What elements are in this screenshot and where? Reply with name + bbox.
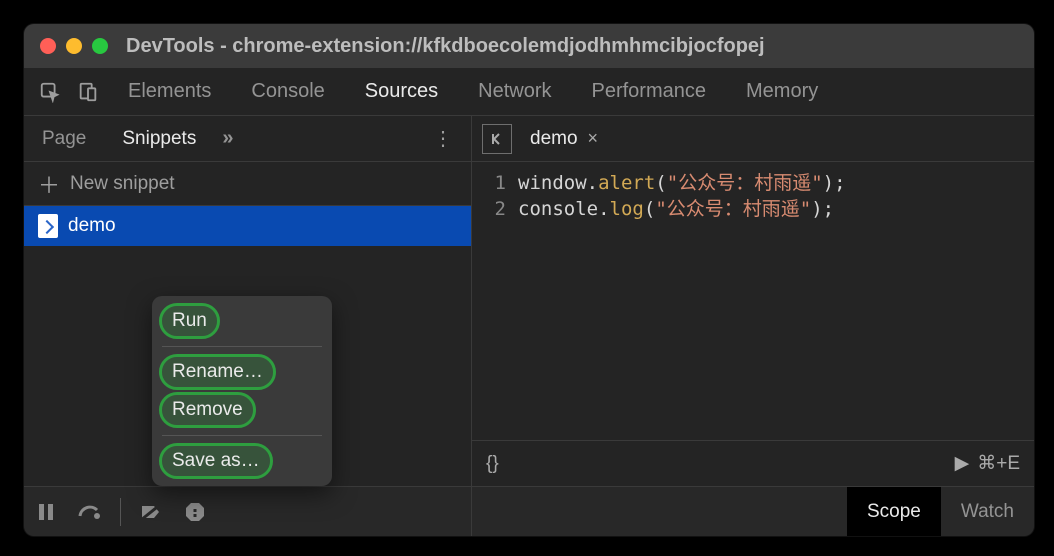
sidebar-tab-scope[interactable]: Scope (847, 487, 941, 537)
step-over-icon[interactable] (76, 498, 104, 526)
titlebar: DevTools - chrome-extension://kfkdboecol… (24, 24, 1034, 68)
tab-sources[interactable]: Sources (345, 68, 458, 116)
line-number: 2 (472, 196, 506, 222)
line-number: 1 (472, 170, 506, 196)
new-snippet-label: New snippet (70, 173, 175, 195)
tab-memory[interactable]: Memory (726, 68, 838, 116)
snippet-context-menu: Run Rename… Remove Save as… (152, 296, 332, 486)
context-menu-run[interactable]: Run (162, 306, 217, 336)
close-tab-icon[interactable]: × (588, 128, 599, 149)
pause-icon[interactable] (32, 498, 60, 526)
debugger-toolbar: Scope Watch (24, 486, 1034, 536)
maximize-window-button[interactable] (92, 38, 108, 54)
editor-tab-strip: demo × (472, 116, 1034, 162)
tab-network[interactable]: Network (458, 68, 571, 116)
inspect-element-icon[interactable] (32, 74, 68, 110)
snippet-file-icon (38, 214, 58, 238)
run-snippet-icon[interactable]: ▶ (955, 452, 970, 475)
divider (162, 346, 322, 347)
snippet-file-name: demo (68, 215, 116, 237)
tab-elements[interactable]: Elements (108, 68, 231, 116)
close-window-button[interactable] (40, 38, 56, 54)
window-controls (40, 38, 108, 54)
navigator-kebab-icon[interactable]: ⋮ (433, 126, 453, 151)
divider (162, 435, 322, 436)
snippet-file-item[interactable]: demo (24, 206, 471, 246)
editor-tab-label: demo (530, 128, 578, 150)
main-toolbar: Elements Console Sources Network Perform… (24, 68, 1034, 116)
run-shortcut-hint: ⌘+E (977, 452, 1020, 475)
tab-console[interactable]: Console (231, 68, 344, 116)
device-toolbar-icon[interactable] (70, 74, 106, 110)
navigator-subtabs: Page Snippets » ⋮ (24, 116, 471, 162)
divider (120, 498, 121, 526)
subtab-snippets[interactable]: Snippets (104, 116, 214, 162)
editor-pane: demo × 1 2 window.alert("公众号：村雨遥"); cons… (472, 116, 1034, 486)
sidebar-tab-watch[interactable]: Watch (941, 487, 1034, 537)
context-menu-save-as[interactable]: Save as… (162, 446, 270, 476)
devtools-window: DevTools - chrome-extension://kfkdboecol… (24, 24, 1034, 536)
collapse-navigator-icon[interactable] (482, 124, 512, 154)
more-subtabs-icon[interactable]: » (214, 127, 241, 150)
pause-on-exceptions-icon[interactable] (181, 498, 209, 526)
editor-tab-demo[interactable]: demo × (520, 116, 608, 162)
editor-footer: {} ▶ ⌘+E (472, 440, 1034, 486)
code-editor[interactable]: 1 2 window.alert("公众号：村雨遥"); console.log… (472, 162, 1034, 440)
context-menu-remove[interactable]: Remove (162, 395, 253, 425)
window-title: DevTools - chrome-extension://kfkdboecol… (126, 35, 765, 58)
minimize-window-button[interactable] (66, 38, 82, 54)
context-menu-rename[interactable]: Rename… (162, 357, 273, 387)
line-gutter: 1 2 (472, 162, 514, 440)
deactivate-breakpoints-icon[interactable] (137, 498, 165, 526)
new-snippet-button[interactable]: ＋ New snippet (24, 162, 471, 206)
debugger-controls (24, 487, 472, 536)
code-content: window.alert("公众号：村雨遥"); console.log("公众… (514, 162, 846, 440)
subtab-page[interactable]: Page (24, 116, 104, 162)
debugger-right: Scope Watch (472, 487, 1034, 536)
pretty-print-icon[interactable]: {} (486, 453, 499, 475)
tab-performance[interactable]: Performance (572, 68, 727, 116)
plus-icon: ＋ (38, 168, 60, 200)
